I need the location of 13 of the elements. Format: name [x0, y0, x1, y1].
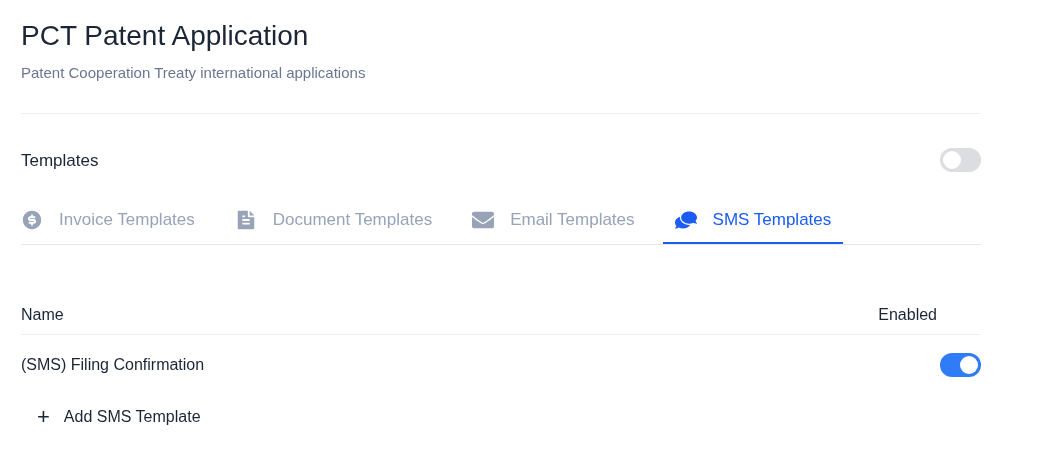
add-template-button[interactable]: + Add SMS Template	[37, 405, 201, 429]
column-header: Name	[21, 304, 64, 325]
page-subtitle: Patent Cooperation Treaty international applications	[21, 63, 367, 83]
template-name: (SMS) Filing Confirmation	[21, 355, 205, 375]
page-title: PCT Patent Application	[21, 19, 310, 53]
tab[interactable]: Email Templates	[460, 197, 647, 244]
section-title: Templates	[21, 149, 99, 172]
enabled-toggle[interactable]	[940, 353, 981, 377]
tab[interactable]: Invoice Templates	[9, 197, 207, 244]
column-header: Enabled	[878, 304, 937, 325]
tab[interactable]: SMS Templates	[662, 197, 844, 244]
tab[interactable]: Document Templates	[222, 197, 445, 244]
templates-toggle[interactable]	[940, 148, 981, 173]
